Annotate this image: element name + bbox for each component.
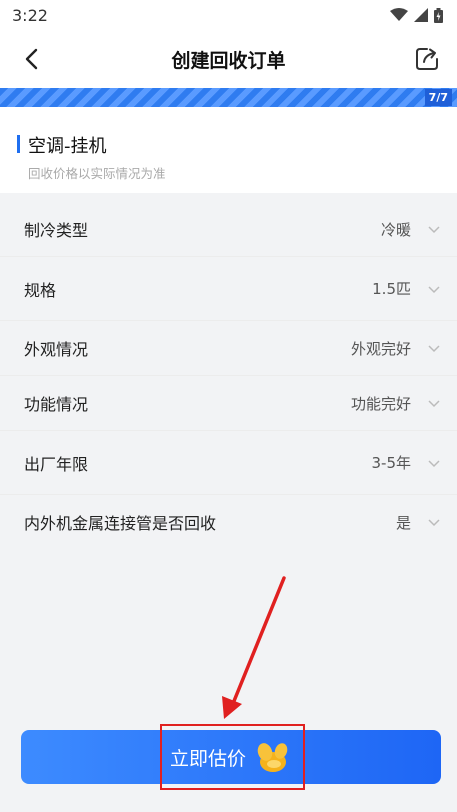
attribute-value: 1.5匹 — [372, 280, 411, 298]
chevron-down-icon — [428, 285, 440, 293]
attribute-label: 功能情况 — [24, 395, 89, 414]
attribute-value: 3-5年 — [371, 454, 412, 472]
product-name: 空调-挂机 — [28, 136, 107, 157]
price-note: 回收价格以实际情况为准 — [28, 166, 166, 181]
attribute-value: 冷暖 — [380, 220, 411, 239]
attribute-row-metal-pipe-recycle[interactable]: 内外机金属连接管是否回收 是 — [0, 495, 457, 549]
attribute-label: 出厂年限 — [24, 454, 89, 474]
share-button[interactable] — [413, 45, 441, 73]
chevron-down-icon — [428, 519, 440, 527]
back-arrow-icon — [25, 48, 38, 70]
back-button[interactable] — [18, 46, 44, 72]
chevron-down-icon — [428, 400, 440, 408]
status-time: 3:22 — [12, 5, 48, 25]
mascot-icon — [257, 743, 288, 772]
battery-icon — [434, 7, 443, 23]
attribute-value: 是 — [395, 513, 411, 532]
app-header: 创建回收订单 — [0, 30, 457, 88]
share-icon — [416, 48, 438, 70]
wifi-icon — [390, 8, 408, 21]
chevron-down-icon — [428, 226, 440, 234]
attribute-row-manufacture-years[interactable]: 出厂年限 3-5年 — [0, 431, 457, 495]
signal-icon — [414, 8, 428, 22]
attribute-label: 制冷类型 — [24, 221, 89, 240]
progress-label: 7/7 — [424, 89, 452, 106]
product-accent-bar — [17, 135, 20, 153]
attribute-row-spec[interactable]: 规格 1.5匹 — [0, 257, 457, 321]
attribute-label: 规格 — [24, 280, 57, 300]
status-icons — [390, 7, 443, 23]
attribute-row-appearance[interactable]: 外观情况 外观完好 — [0, 321, 457, 376]
estimate-button[interactable]: 立即估价 — [21, 730, 441, 784]
status-bar: 3:22 — [0, 0, 457, 30]
product-card: 空调-挂机 回收价格以实际情况为准 — [0, 107, 457, 193]
page-title: 创建回收订单 — [171, 49, 286, 72]
chevron-down-icon — [428, 459, 440, 467]
attribute-label: 内外机金属连接管是否回收 — [24, 514, 217, 533]
estimate-button-label: 立即估价 — [169, 747, 246, 770]
chevron-down-icon — [428, 345, 440, 353]
attribute-row-function[interactable]: 功能情况 功能完好 — [0, 376, 457, 431]
attribute-value: 功能完好 — [350, 394, 411, 413]
attribute-label: 外观情况 — [24, 340, 89, 359]
attribute-row-cooling-type[interactable]: 制冷类型 冷暖 — [0, 202, 457, 257]
progress-bar: 7/7 — [0, 88, 457, 107]
attribute-value: 外观完好 — [350, 339, 411, 358]
